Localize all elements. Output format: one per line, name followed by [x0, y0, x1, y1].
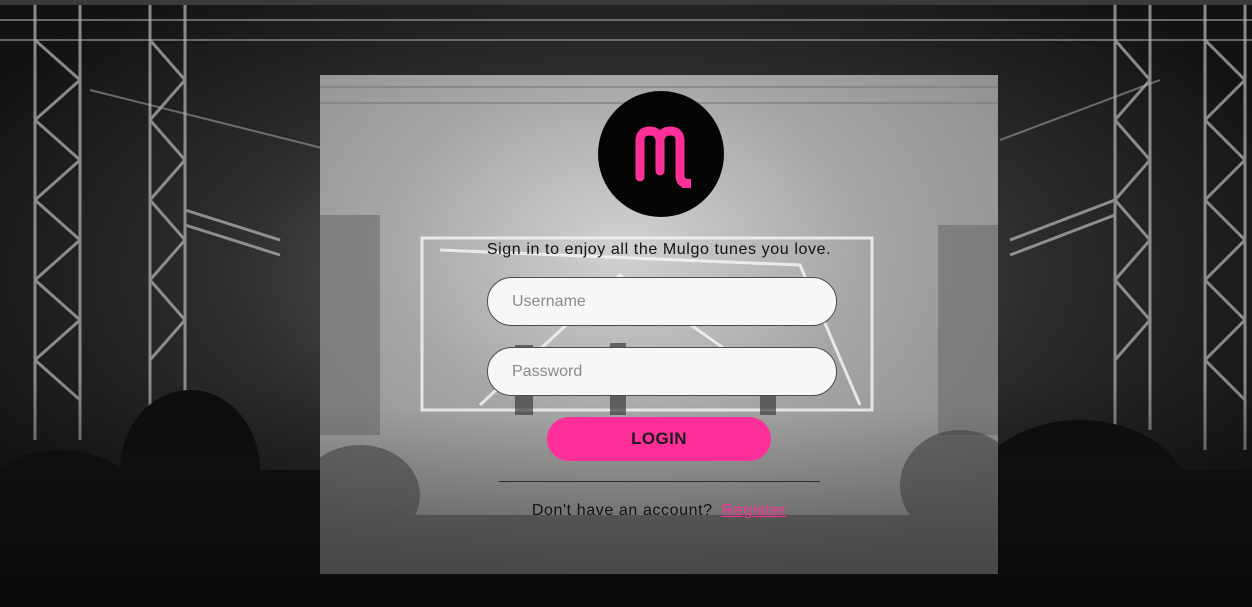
mulgo-logo	[598, 91, 724, 217]
mulgo-m-logo-icon	[635, 126, 691, 188]
tagline: Sign in to enjoy all the Mulgo tunes you…	[486, 241, 832, 258]
login-card: Sign in to enjoy all the Mulgo tunes you…	[320, 75, 998, 574]
login-button[interactable]: LOGIN	[547, 417, 771, 461]
register-link[interactable]: Register	[722, 502, 786, 519]
username-input[interactable]	[487, 277, 837, 326]
signup-prompt: Don't have an account? Register	[320, 502, 998, 520]
window-top-bar	[0, 0, 1252, 5]
password-input[interactable]	[487, 347, 837, 396]
signup-prompt-text: Don't have an account?	[531, 502, 713, 519]
divider	[499, 481, 820, 482]
